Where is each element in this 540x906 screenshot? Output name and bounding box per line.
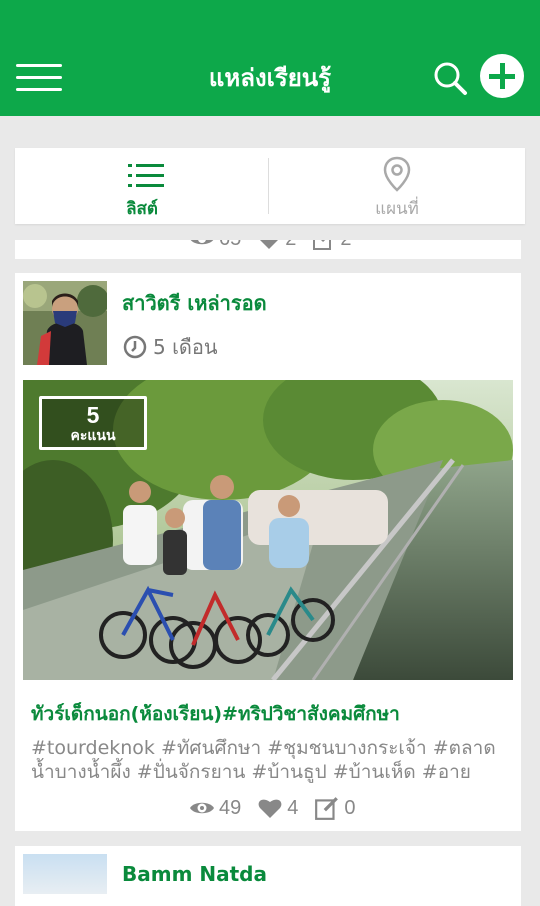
post-time-label: 5 เดือน <box>153 335 218 359</box>
post-time: 5 เดือน <box>123 331 218 363</box>
list-view-label: ลิสต์ <box>126 199 158 219</box>
post-card[interactable]: สาวิตรี เหล่ารอด 5 เดือน 5 คะแนน ทัวร์เด… <box>15 273 521 831</box>
clock-icon <box>123 335 147 359</box>
previous-view-count: 65 <box>219 240 241 251</box>
previous-like-count: 2 <box>285 240 296 251</box>
post-photo[interactable]: 5 คะแนน <box>23 380 513 680</box>
like-count: 4 <box>287 796 299 819</box>
next-post-card[interactable]: Bamm Natda <box>15 846 521 906</box>
comment-stat[interactable]: 0 <box>314 795 356 821</box>
app-bar: แหล่งเรียนรู้ <box>0 0 540 116</box>
view-stat: 49 <box>189 797 241 820</box>
like-stat[interactable]: 4 <box>257 797 298 820</box>
next-author-avatar[interactable] <box>23 854 107 894</box>
score-value: 5 <box>86 402 100 428</box>
eye-icon <box>190 802 214 814</box>
author-name[interactable]: สาวิตรี เหล่ารอด <box>122 287 267 319</box>
list-view-tab[interactable]: ลิสต์ <box>15 148 269 224</box>
next-author-name[interactable]: Bamm Natda <box>122 862 267 886</box>
author-avatar[interactable] <box>23 281 107 365</box>
eye-icon <box>190 240 214 245</box>
edit-icon <box>313 240 332 250</box>
map-view-label: แผนที่ <box>375 199 419 219</box>
heart-icon <box>260 240 279 249</box>
post-tags: #tourdeknok #ทัศนศึกษา #ชุมชนบางกระเจ้า … <box>31 737 496 783</box>
previous-post-card[interactable]: 65 2 2 <box>15 240 521 259</box>
view-count: 49 <box>219 796 242 819</box>
list-icon <box>128 164 164 187</box>
post-title[interactable]: ทัวร์เด็กนอก(ห้องเรียน)#ทริปวิชาสังคมศึก… <box>31 699 400 729</box>
search-icon[interactable] <box>432 60 468 96</box>
heart-icon <box>258 799 282 818</box>
edit-icon <box>315 797 339 820</box>
comment-count: 0 <box>344 796 356 819</box>
add-circle-icon[interactable] <box>480 54 524 98</box>
previous-comment-count: 2 <box>340 240 351 251</box>
score-badge: 5 คะแนน <box>39 396 147 450</box>
view-toggle: ลิสต์ แผนที่ <box>15 148 525 224</box>
map-view-tab[interactable]: แผนที่ <box>270 148 524 224</box>
map-pin-icon <box>383 156 411 192</box>
toggle-divider <box>268 158 269 214</box>
post-stats: 49 4 0 <box>189 795 372 821</box>
score-unit: คะแนน <box>70 428 116 444</box>
